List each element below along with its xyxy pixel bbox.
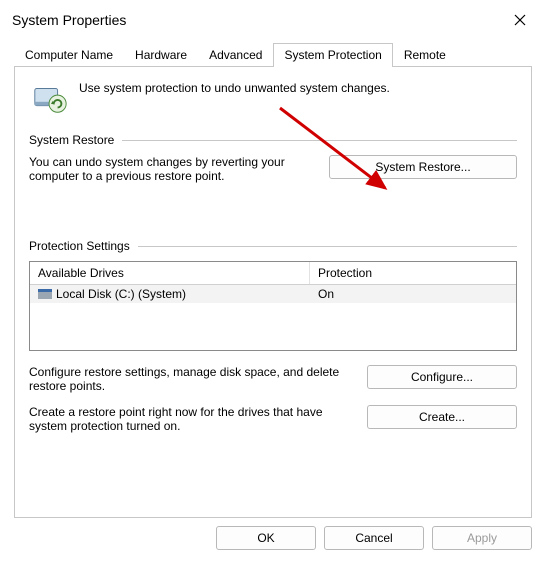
window-title: System Properties bbox=[12, 12, 504, 28]
system-restore-button[interactable]: System Restore... bbox=[329, 155, 517, 179]
ok-button[interactable]: OK bbox=[216, 526, 316, 550]
protection-settings-heading: Protection Settings bbox=[29, 239, 130, 253]
divider bbox=[138, 246, 517, 247]
tab-strip: Computer Name Hardware Advanced System P… bbox=[0, 42, 546, 66]
create-button[interactable]: Create... bbox=[367, 405, 517, 429]
system-protection-icon bbox=[31, 79, 69, 117]
cancel-button[interactable]: Cancel bbox=[324, 526, 424, 550]
intro-text: Use system protection to undo unwanted s… bbox=[79, 79, 390, 95]
drive-protection: On bbox=[310, 285, 516, 303]
system-restore-heading: System Restore bbox=[29, 133, 114, 147]
col-header-protection[interactable]: Protection bbox=[310, 262, 516, 284]
table-row[interactable]: Local Disk (C:) (System) On bbox=[30, 285, 516, 303]
close-button[interactable] bbox=[504, 8, 536, 32]
close-icon bbox=[514, 14, 526, 26]
col-header-drives[interactable]: Available Drives bbox=[30, 262, 310, 284]
titlebar: System Properties bbox=[0, 0, 546, 38]
divider bbox=[122, 140, 517, 141]
dialog-buttons: OK Cancel Apply bbox=[0, 526, 546, 560]
drive-name: Local Disk (C:) (System) bbox=[56, 287, 186, 301]
annotation-arrow bbox=[275, 103, 405, 203]
tab-computer-name[interactable]: Computer Name bbox=[14, 43, 124, 67]
tab-panel: Use system protection to undo unwanted s… bbox=[14, 66, 532, 518]
configure-button[interactable]: Configure... bbox=[367, 365, 517, 389]
apply-button[interactable]: Apply bbox=[432, 526, 532, 550]
tab-remote[interactable]: Remote bbox=[393, 43, 457, 67]
tab-hardware[interactable]: Hardware bbox=[124, 43, 198, 67]
drives-table: Available Drives Protection Local Disk (… bbox=[29, 261, 517, 351]
drive-icon bbox=[38, 289, 52, 299]
tab-advanced[interactable]: Advanced bbox=[198, 43, 273, 67]
restore-description: You can undo system changes by reverting… bbox=[29, 155, 315, 183]
system-properties-window: System Properties Computer Name Hardware… bbox=[0, 0, 546, 572]
create-description: Create a restore point right now for the… bbox=[29, 405, 353, 433]
tab-system-protection[interactable]: System Protection bbox=[273, 43, 392, 67]
configure-description: Configure restore settings, manage disk … bbox=[29, 365, 353, 393]
